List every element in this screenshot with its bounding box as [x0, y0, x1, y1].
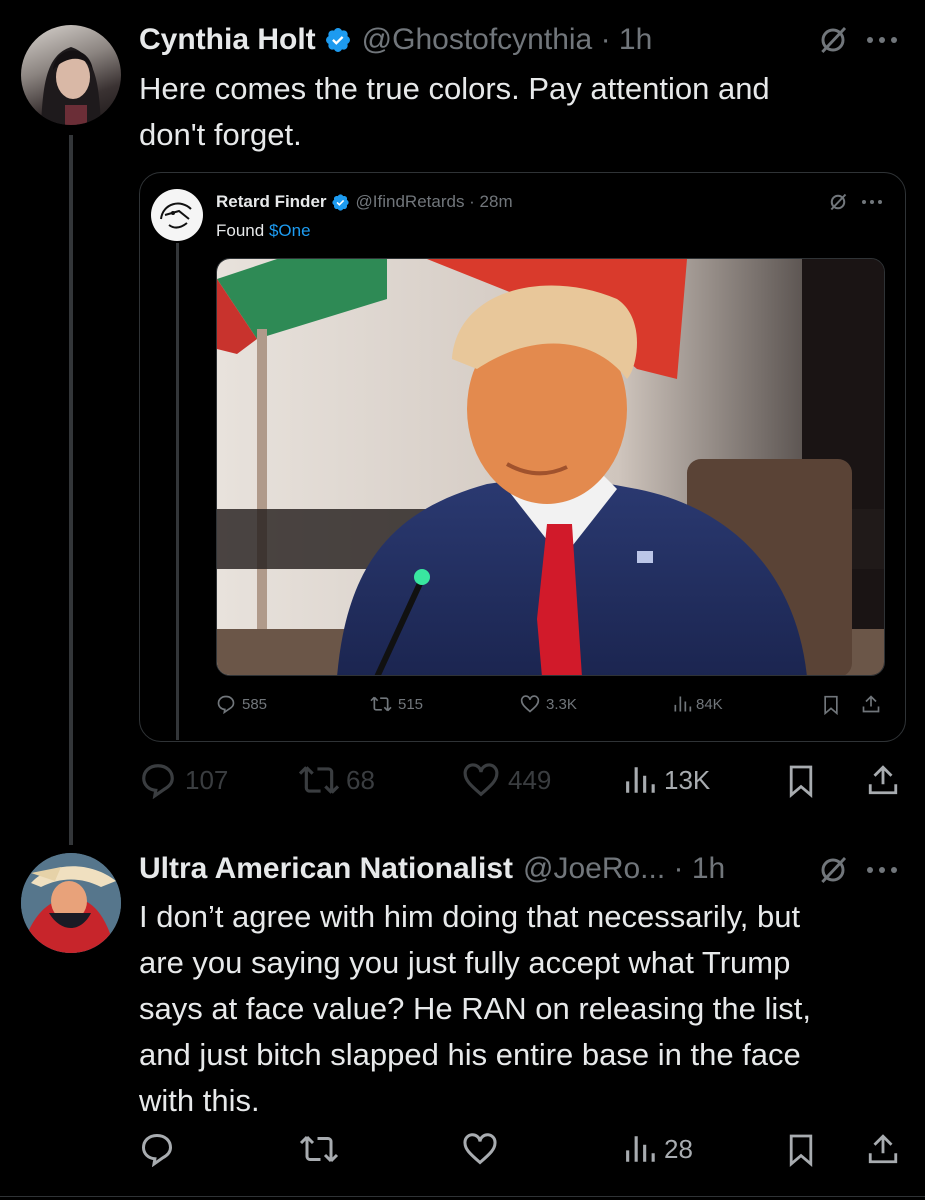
- bookmark-button[interactable]: [787, 763, 815, 799]
- views-icon: [626, 767, 655, 793]
- views-count: 13K: [664, 764, 711, 795]
- reply-count: 107: [185, 764, 229, 795]
- post2-text-line: with this.: [139, 1083, 260, 1118]
- post1-text-line2: don't forget.: [139, 117, 302, 152]
- more-icon[interactable]: [860, 196, 884, 208]
- post2-text-line: and just bitch slapped his entire base i…: [139, 1037, 801, 1072]
- bookmark-icon: [789, 1134, 813, 1168]
- avatar-ultra-american[interactable]: [21, 853, 121, 953]
- verified-badge-icon: [331, 193, 350, 212]
- views-button[interactable]: 28: [622, 1131, 693, 1167]
- quote-repost-count: 515: [398, 695, 424, 713]
- share-icon: [868, 1134, 898, 1164]
- reply-icon: [217, 695, 235, 714]
- post1-text-line1: Here comes the true colors. Pay attentio…: [139, 71, 770, 106]
- repost-icon: [370, 696, 392, 712]
- author-name[interactable]: Ultra American Nationalist: [139, 852, 513, 886]
- quote-views-button[interactable]: 84K: [672, 694, 723, 714]
- repost-button[interactable]: [298, 1131, 340, 1167]
- quote-reply-count: 585: [242, 695, 268, 713]
- views-button[interactable]: 13K: [622, 761, 710, 799]
- quote-author-name[interactable]: Retard Finder: [216, 192, 327, 212]
- grok-icon[interactable]: [828, 192, 848, 212]
- post1-text: Here comes the true colors. Pay attentio…: [139, 66, 770, 158]
- post2-text: I don’t agree with him doing that necess…: [139, 894, 811, 1124]
- views-icon: [674, 696, 692, 712]
- like-button[interactable]: [462, 1131, 498, 1167]
- reply-icon: [141, 1133, 173, 1167]
- share-icon: [868, 765, 898, 795]
- quote-media-image[interactable]: [216, 258, 885, 676]
- quote-like-count: 3.3K: [546, 695, 577, 713]
- views-icon: [626, 1136, 655, 1162]
- post2-text-line: I don’t agree with him doing that necess…: [139, 899, 801, 934]
- post2-header: Ultra American Nationalist @JoeRo... · 1…: [139, 850, 725, 888]
- share-button[interactable]: [866, 762, 900, 798]
- grok-icon[interactable]: [817, 24, 849, 56]
- quote-text-prefix: Found: [216, 221, 265, 240]
- quote-repost-button[interactable]: 515: [370, 694, 423, 714]
- reply-button[interactable]: 107: [139, 761, 228, 799]
- quote-like-button[interactable]: 3.3K: [520, 694, 577, 714]
- repost-icon: [299, 1135, 339, 1163]
- thread-line: [69, 135, 73, 845]
- avatar-portrait: [41, 47, 101, 125]
- quote-views-count: 84K: [696, 695, 723, 713]
- grok-icon[interactable]: [817, 854, 849, 886]
- bookmark-icon: [824, 695, 838, 715]
- share-icon: [862, 695, 880, 713]
- repost-count: 68: [346, 764, 375, 795]
- author-handle-time[interactable]: @JoeRo... · 1h: [523, 852, 725, 886]
- bookmark-button[interactable]: [787, 1132, 815, 1168]
- bottom-divider: [0, 1196, 925, 1197]
- author-name[interactable]: Cynthia Holt: [139, 23, 316, 57]
- quote-handle-time[interactable]: @IfindRetards · 28m: [356, 192, 513, 212]
- reply-button[interactable]: [139, 1131, 175, 1167]
- meme-face-icon: [160, 202, 192, 229]
- share-button[interactable]: [866, 1131, 900, 1167]
- like-icon: [520, 695, 540, 713]
- avatar-portrait: [21, 853, 121, 953]
- verified-badge-icon: [324, 26, 352, 54]
- quote-reply-button[interactable]: 585: [216, 694, 267, 714]
- photo-illustration: [217, 259, 884, 675]
- post1-header: Cynthia Holt @Ghostofcynthia · 1h: [139, 22, 652, 58]
- quote-text: Found $One: [216, 219, 311, 243]
- cashtag-link[interactable]: $One: [269, 221, 311, 240]
- like-button[interactable]: 449: [462, 761, 551, 799]
- more-icon[interactable]: [864, 860, 904, 880]
- like-icon: [463, 763, 499, 797]
- like-count: 449: [508, 764, 552, 795]
- repost-button[interactable]: 68: [298, 761, 375, 799]
- quote-avatar[interactable]: [151, 189, 203, 241]
- quote-thread-line: [176, 243, 179, 740]
- more-icon[interactable]: [864, 30, 904, 50]
- quote-bookmark-button[interactable]: [822, 695, 840, 715]
- views-count: 28: [664, 1133, 693, 1164]
- post2-text-line: says at face value? He RAN on releasing …: [139, 991, 812, 1026]
- quote-share-button[interactable]: [861, 694, 881, 714]
- author-handle-time[interactable]: @Ghostofcynthia · 1h: [362, 23, 653, 57]
- bookmark-icon: [789, 765, 813, 799]
- repost-icon: [298, 766, 340, 794]
- avatar-cynthia[interactable]: [21, 25, 121, 125]
- reply-icon: [142, 764, 174, 799]
- quote-header: Retard Finder @IfindRetards · 28m: [216, 190, 513, 214]
- post2-text-line: are you saying you just fully accept wha…: [139, 945, 791, 980]
- like-icon: [463, 1133, 497, 1165]
